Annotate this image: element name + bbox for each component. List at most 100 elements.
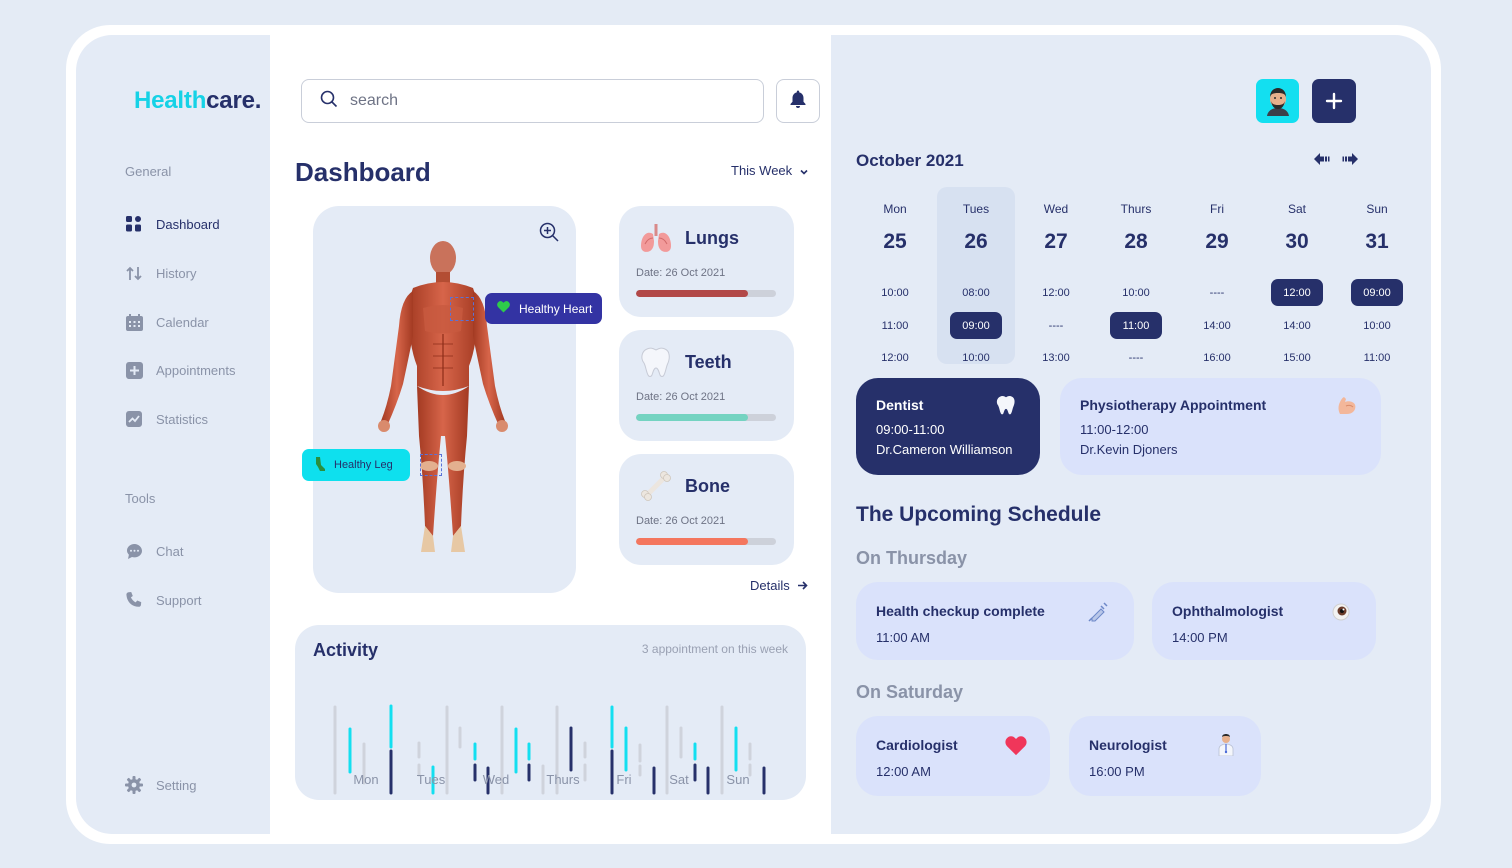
time-slot[interactable]: 10:00 xyxy=(869,279,921,306)
time-slot[interactable]: 10:00 xyxy=(1351,312,1403,339)
time-slot[interactable]: 10:00 xyxy=(950,344,1002,371)
progress-fill xyxy=(636,414,748,421)
appointment-physiotherapy[interactable]: Physiotherapy Appointment 11:00-12:00 Dr… xyxy=(1060,378,1381,475)
leg-icon xyxy=(314,456,326,475)
healthy-leg-tag[interactable]: Healthy Leg xyxy=(302,449,410,481)
time-slot[interactable]: 11:00 xyxy=(869,312,921,339)
appointment-title: Dentist xyxy=(876,397,924,413)
sidebar-item-history[interactable]: History xyxy=(125,263,196,283)
activity-day-label: Wed xyxy=(483,772,510,787)
tag-label: Healthy Heart xyxy=(519,301,593,316)
calendar-day-fri[interactable]: Fri 29 ---- 14:00 16:00 xyxy=(1178,187,1256,364)
appointments-icon xyxy=(125,361,143,379)
organ-card-bone[interactable]: Bone Date: 26 Oct 2021 xyxy=(619,454,794,565)
activity-day-label: Mon xyxy=(353,772,378,787)
brand-logo[interactable]: Healthcare. xyxy=(134,87,261,115)
time-slot[interactable]: 16:00 xyxy=(1191,344,1243,371)
appointment-time: 09:00-11:00 xyxy=(876,422,945,437)
organ-card-teeth[interactable]: Teeth Date: 26 Oct 2021 xyxy=(619,330,794,441)
progress-bar xyxy=(636,538,776,545)
chevron-down-icon xyxy=(800,163,808,178)
schedule-item-ophthalmologist[interactable]: Ophthalmologist 14:00 PM xyxy=(1152,582,1376,660)
time-slot[interactable]: 14:00 xyxy=(1191,312,1243,339)
appointment-doctor: Dr.Kevin Djoners xyxy=(1080,442,1178,457)
anatomy-figure xyxy=(378,241,508,552)
time-slot[interactable]: ---- xyxy=(1110,344,1162,371)
calendar-day-wed[interactable]: Wed 27 12:00 ---- 13:00 xyxy=(1017,187,1095,364)
time-slot[interactable]: 12:00 xyxy=(1271,279,1323,306)
time-slot[interactable]: 09:00 xyxy=(950,312,1002,339)
activity-day-label: Thurs xyxy=(546,772,580,787)
time-slot[interactable]: 11:00 xyxy=(1110,312,1162,339)
time-slot[interactable]: 10:00 xyxy=(1110,279,1162,306)
calendar-nav xyxy=(1314,152,1358,170)
time-slot[interactable]: 08:00 xyxy=(950,279,1002,306)
next-month-icon[interactable] xyxy=(1342,152,1358,170)
appointment-dentist[interactable]: Dentist 09:00-11:00 Dr.Cameron Williamso… xyxy=(856,378,1040,475)
brand-name-part2: care. xyxy=(206,87,262,114)
sidebar-item-setting[interactable]: Setting xyxy=(125,775,196,795)
organ-date: Date: 26 Oct 2021 xyxy=(636,391,726,403)
schedule-item-neurologist[interactable]: Neurologist 16:00 PM xyxy=(1069,716,1261,796)
sidebar-item-appointments[interactable]: Appointments xyxy=(125,360,236,380)
schedule-time: 16:00 PM xyxy=(1089,764,1145,779)
upcoming-title: The Upcoming Schedule xyxy=(856,503,1102,526)
add-button[interactable] xyxy=(1312,79,1356,123)
appointment-time: 11:00-12:00 xyxy=(1080,422,1149,437)
calendar-day-mon[interactable]: Mon 25 10:00 11:00 12:00 xyxy=(856,187,934,364)
calendar-day-sun[interactable]: Sun 31 09:00 10:00 11:00 xyxy=(1338,187,1416,364)
calendar-day-thurs[interactable]: Thurs 28 10:00 11:00 ---- xyxy=(1097,187,1175,364)
schedule-item-cardiologist[interactable]: Cardiologist 12:00 AM xyxy=(856,716,1050,796)
sidebar-item-dashboard[interactable]: Dashboard xyxy=(125,214,220,234)
syringe-icon xyxy=(1088,602,1108,627)
time-slot[interactable]: 09:00 xyxy=(1351,279,1403,306)
time-slot[interactable]: 15:00 xyxy=(1271,344,1323,371)
time-slot[interactable]: 12:00 xyxy=(1030,279,1082,306)
time-slot[interactable]: 12:00 xyxy=(869,344,921,371)
search-input[interactable] xyxy=(350,92,730,110)
calendar-day-tues[interactable]: Tues 26 08:00 09:00 10:00 xyxy=(937,187,1015,364)
body-anatomy-card xyxy=(313,206,576,593)
time-slot[interactable]: 11:00 xyxy=(1351,344,1403,371)
sidebar-item-statistics[interactable]: Statistics xyxy=(125,409,208,429)
time-slot[interactable]: ---- xyxy=(1030,312,1082,339)
healthy-heart-tag[interactable]: Healthy Heart xyxy=(485,293,602,324)
tag-label: Healthy Leg xyxy=(334,459,393,471)
search-icon xyxy=(320,90,338,113)
sidebar-item-calendar[interactable]: Calendar xyxy=(125,312,209,332)
notification-button[interactable] xyxy=(776,79,820,123)
heart-icon xyxy=(1005,736,1027,761)
details-link[interactable]: Details xyxy=(750,578,808,593)
schedule-time: 11:00 AM xyxy=(876,630,930,645)
general-section-label: General xyxy=(125,164,172,179)
organ-name: Bone xyxy=(685,476,730,496)
period-select[interactable]: This Week xyxy=(731,163,808,178)
zoom-in-icon[interactable] xyxy=(539,222,559,247)
time-slot[interactable]: 14:00 xyxy=(1271,312,1323,339)
sidebar: Healthcare. General Dashboard History Ca… xyxy=(76,35,270,834)
organ-card-lungs[interactable]: Lungs Date: 26 Oct 2021 xyxy=(619,206,794,317)
period-select-value: This Week xyxy=(731,163,793,178)
calendar-day-sat[interactable]: Sat 30 12:00 14:00 15:00 xyxy=(1258,187,1336,364)
calendar-weekday: Mon xyxy=(883,202,907,216)
schedule-item-health-checkup[interactable]: Health checkup complete 11:00 AM xyxy=(856,582,1134,660)
sidebar-item-support[interactable]: Support xyxy=(125,590,202,610)
activity-day-label: Sun xyxy=(726,772,749,787)
calendar-date: 29 xyxy=(1205,230,1229,253)
tools-section-label: Tools xyxy=(125,491,156,506)
calendar-icon xyxy=(125,313,143,331)
organ-date: Date: 26 Oct 2021 xyxy=(636,515,726,527)
organ-date: Date: 26 Oct 2021 xyxy=(636,267,726,279)
user-avatar[interactable] xyxy=(1256,79,1299,123)
sidebar-item-chat[interactable]: Chat xyxy=(125,541,183,561)
calendar-date: 28 xyxy=(1124,230,1148,253)
time-slot[interactable]: ---- xyxy=(1191,279,1243,306)
prev-month-icon[interactable] xyxy=(1314,152,1330,170)
progress-bar xyxy=(636,290,776,297)
calendar-weekday: Thurs xyxy=(1120,202,1152,216)
schedule-title: Cardiologist xyxy=(876,737,958,753)
time-slot[interactable]: 13:00 xyxy=(1030,344,1082,371)
page-title: Dashboard xyxy=(295,157,431,187)
sidebar-item-label: Calendar xyxy=(156,314,209,330)
search-bar xyxy=(301,79,764,123)
